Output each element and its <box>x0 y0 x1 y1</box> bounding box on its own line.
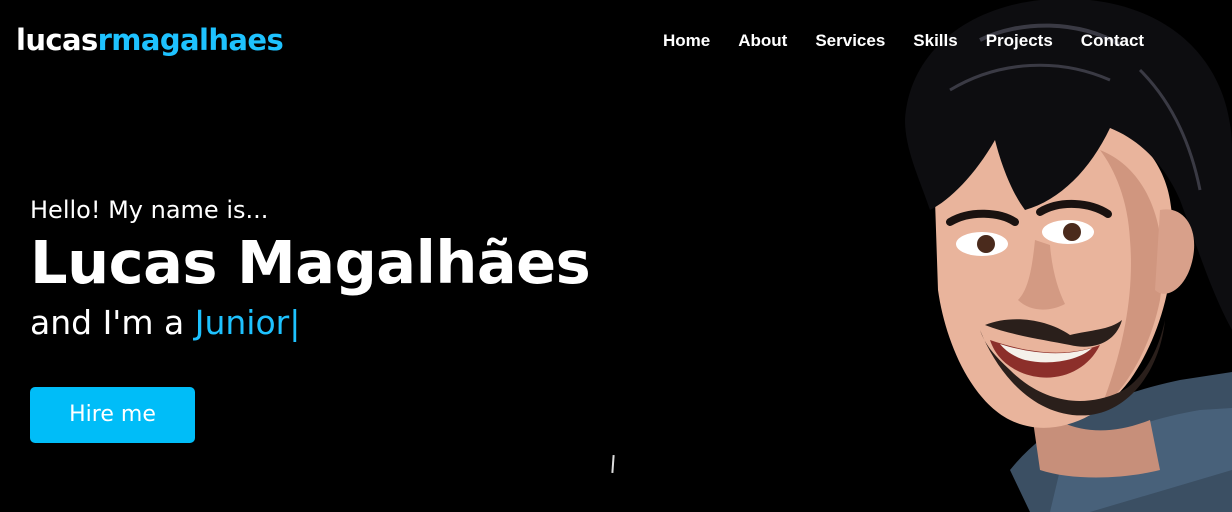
nav-link-about[interactable]: About <box>738 30 787 52</box>
logo-text-accent: rmagalhaes <box>97 23 284 57</box>
hero-role-prefix: and I'm a <box>30 303 195 342</box>
logo-link[interactable]: lucasrmagalhaes <box>16 22 284 58</box>
nav-link-home[interactable]: Home <box>663 30 710 52</box>
logo-text-primary: lucas <box>16 23 98 57</box>
nav-link-services[interactable]: Services <box>815 30 885 52</box>
hero-role-typed: Junior <box>194 303 290 342</box>
hero-intro: Hello! My name is... Lucas Magalhães and… <box>30 195 591 343</box>
hero-greeting: Hello! My name is... <box>30 196 269 224</box>
hero-role: and I'm a Junior| <box>30 303 590 343</box>
right-pupil <box>1063 223 1081 241</box>
page: lucasrmagalhaes Home About Services Skil… <box>0 0 1232 512</box>
nav-link-contact[interactable]: Contact <box>1081 30 1144 52</box>
brush-stroke-mark <box>611 454 615 474</box>
typing-cursor: | <box>289 303 301 342</box>
ear-shape <box>1155 209 1195 294</box>
navbar: lucasrmagalhaes Home About Services Skil… <box>0 0 1232 82</box>
nav-link-skills[interactable]: Skills <box>913 30 957 52</box>
main-menu: Home About Services Skills Projects Cont… <box>663 30 1144 52</box>
hire-me-button[interactable]: Hire me <box>30 387 195 443</box>
left-pupil <box>977 235 995 253</box>
hero-name: Lucas Magalhães <box>30 228 591 297</box>
nav-link-projects[interactable]: Projects <box>986 30 1053 52</box>
